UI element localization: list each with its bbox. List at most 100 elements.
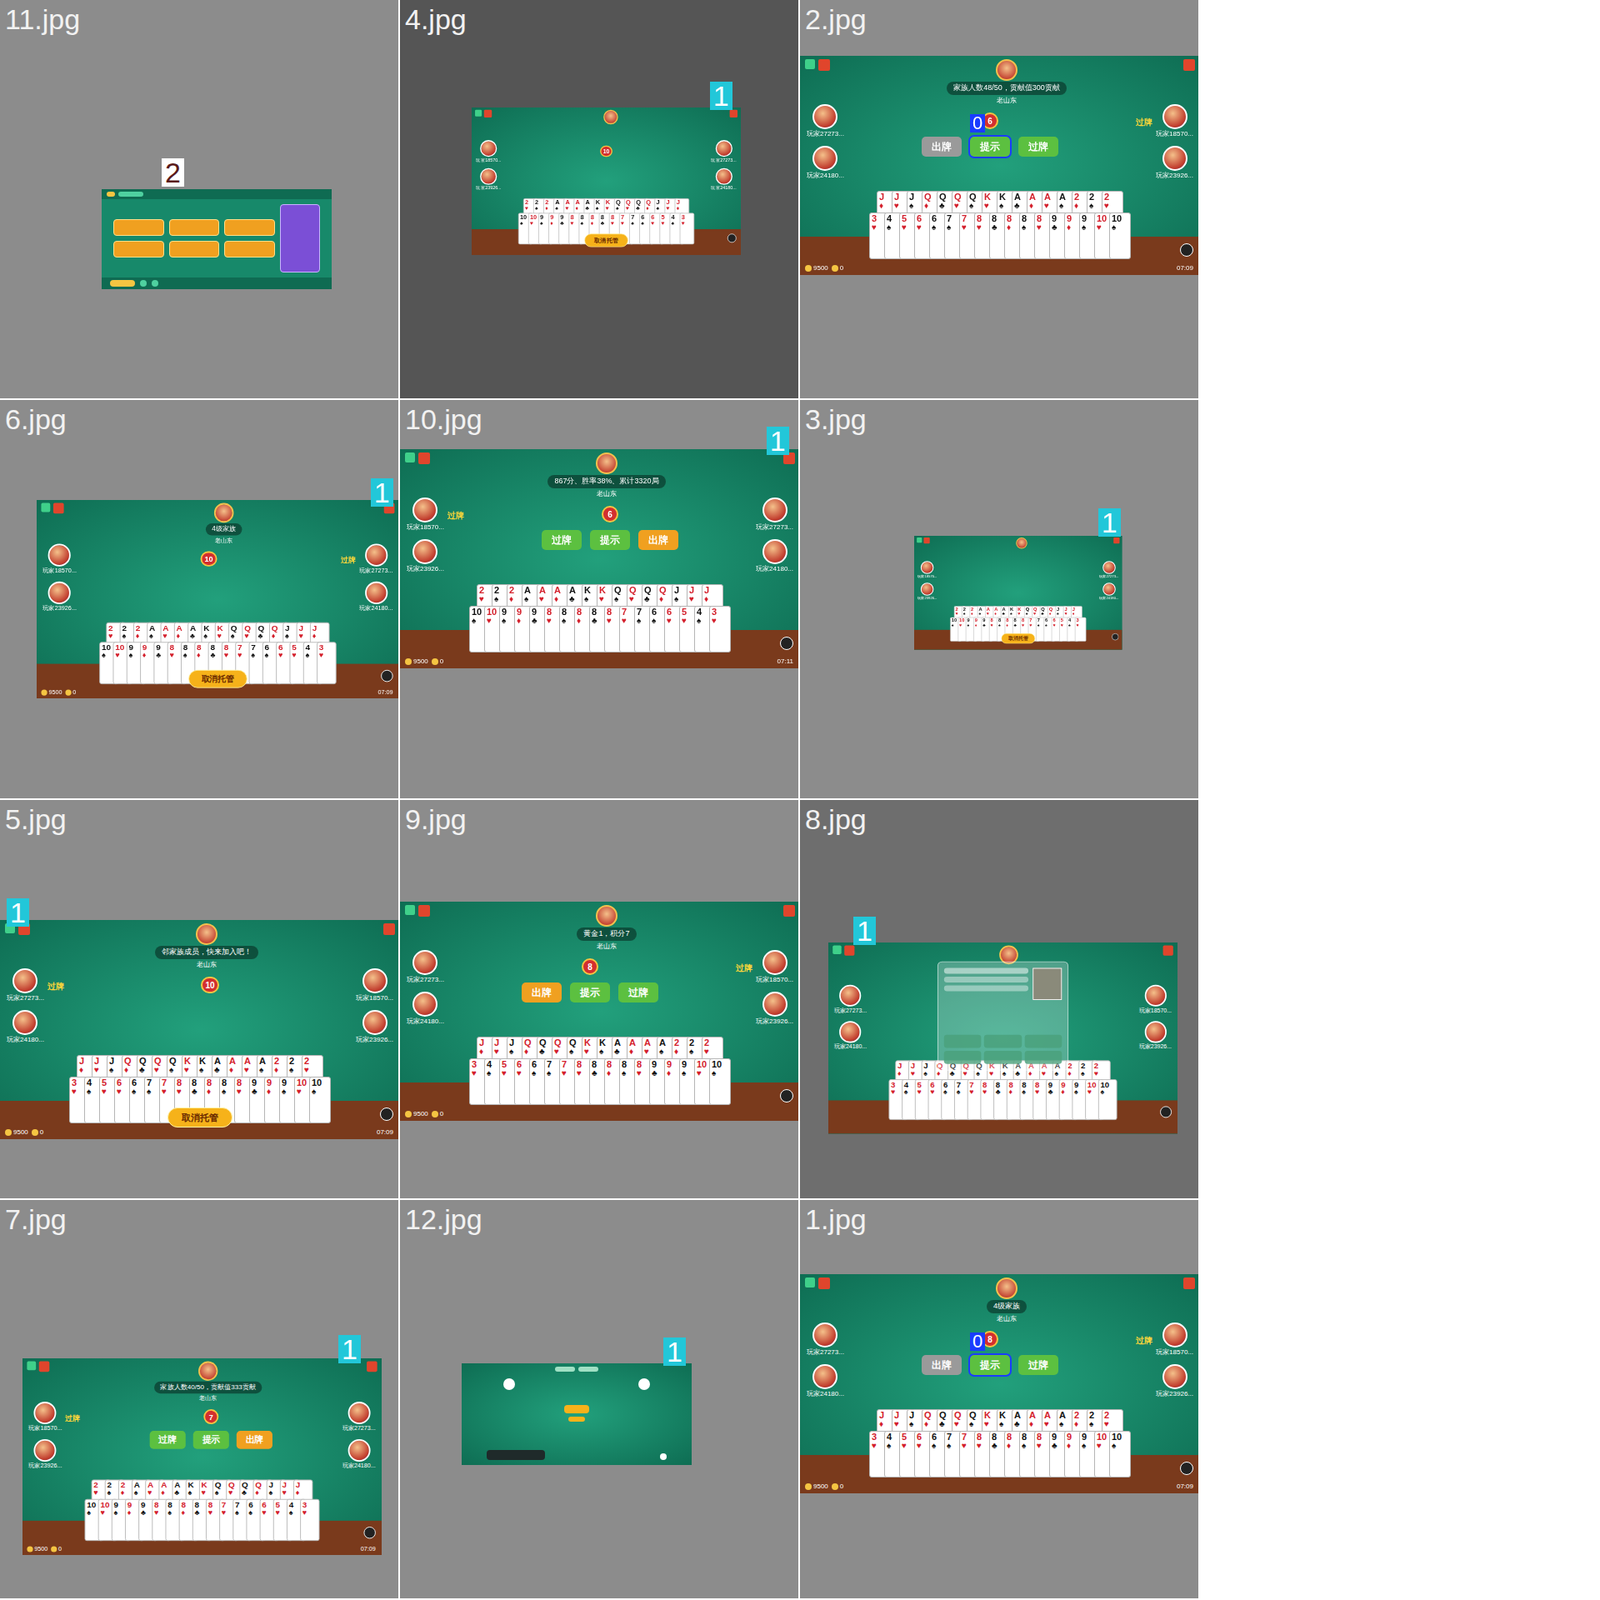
chat-icon[interactable] [1111,633,1119,640]
thumbnail-tile[interactable]: 7.jpg家族人数40/50，贡献值333贡献老山东玩家18570...过牌玩家… [0,1200,399,1599]
cancel-auto-button[interactable]: 取消托管 [584,233,628,247]
menu-icon[interactable] [805,1277,815,1288]
turn-counter: 6 [601,505,619,523]
gift-icon[interactable] [418,905,430,917]
menu-icon[interactable] [832,945,841,954]
thumbnail-tile[interactable]: 3.jpg玩家18570...玩家23926...玩家27273...玩家241… [800,400,1199,799]
gift-icon[interactable] [1113,537,1120,544]
thumbnail-tile[interactable]: 8.jpg玩家27273...玩家24180...玩家18570...玩家239… [800,800,1199,1199]
gift-icon[interactable] [53,503,65,515]
promo-card[interactable] [280,204,320,273]
game-mode-tile[interactable] [224,240,275,258]
card[interactable]: 10♠ [309,1076,331,1124]
chat-icon[interactable] [660,1453,667,1460]
gift-icon[interactable] [39,1361,50,1373]
thumbnail-tile[interactable]: 5.jpg邻家族成员，快来加入吧！老山东玩家27273...过牌玩家24180.… [0,800,399,1199]
action-button[interactable]: 提示 [970,136,1010,157]
card[interactable]: 3♥ [709,605,731,653]
chat-icon[interactable] [380,1107,394,1121]
card[interactable]: 3♥ [1075,617,1087,642]
game-mode-tile[interactable] [113,240,165,258]
chat-icon[interactable] [1180,243,1194,257]
thumbnail-tile[interactable]: 4.jpg玩家18570...玩家23926...10玩家27273...玩家2… [400,0,799,399]
thumbnail-tile[interactable]: 2.jpg家族人数48/50，贡献值300贡献老山东玩家27273...玩家24… [800,0,1199,399]
chat-icon[interactable] [1160,1105,1172,1118]
card[interactable]: 10♠ [1098,1079,1118,1120]
action-button[interactable]: 提示 [970,1355,1010,1375]
avatar-icon [12,1010,38,1035]
thumbnail-tile[interactable]: 10.jpg867分、胜率38%、累计3320局老山东玩家18570...过牌玩… [400,400,799,799]
action-button[interactable]: 出牌 [521,982,562,1003]
action-button[interactable]: 提示 [193,1430,230,1450]
action-button[interactable]: 出牌 [236,1430,273,1450]
table-middle: 玩家27273...玩家24180...8出牌提示0过牌玩家18570...过牌… [800,1322,1199,1410]
chat-icon[interactable] [780,1089,794,1103]
player-name: 玩家27273... [342,1424,376,1434]
menu-icon[interactable] [405,905,415,915]
gift-icon[interactable] [844,945,855,955]
action-button[interactable]: 出牌 [638,530,679,550]
cancel-auto-button[interactable]: 取消托管 [1001,633,1036,645]
menu-icon[interactable] [405,452,415,463]
gift-icon[interactable] [783,905,795,917]
ready-button[interactable] [564,1405,590,1414]
dialog-item[interactable] [1024,1050,1062,1065]
game-mode-tile[interactable] [224,219,275,236]
gift-icon[interactable] [366,1361,378,1373]
chat-icon[interactable] [1180,1461,1194,1475]
card[interactable]: 10♠ [709,1058,731,1105]
card[interactable]: 10♠ [1109,212,1131,260]
action-button[interactable]: 过牌 [1018,136,1059,157]
gift-icon[interactable] [1163,945,1174,955]
chat-icon[interactable] [380,670,393,682]
dialog-item[interactable] [1024,1035,1062,1049]
hand-row: 3♥4♠5♥6♥6♠7♠7♥8♥8♣8♦8♠8♥9♣9♦9♠10♥10♠ [888,1079,1117,1120]
action-button[interactable]: 提示 [590,530,630,550]
gift-icon[interactable] [484,110,492,118]
card[interactable]: 3♥ [300,1499,320,1541]
chat-icon[interactable] [780,636,794,650]
menu-icon[interactable] [26,1361,36,1371]
gift-icon[interactable] [818,59,830,71]
thumbnail-tile[interactable]: 1.jpg4级家族老山东玩家27273...玩家24180...8出牌提示0过牌… [800,1200,1199,1599]
action-button[interactable]: 过牌 [1018,1355,1059,1375]
action-button[interactable]: 出牌 [921,1355,962,1375]
gift-icon[interactable] [923,537,930,544]
menu-icon[interactable] [916,537,922,543]
dialog-item[interactable] [984,1050,1022,1065]
card[interactable]: 3♥ [680,213,695,245]
card[interactable]: 10♠ [1109,1430,1131,1478]
game-mode-tile[interactable] [169,240,220,258]
file-name: 1.jpg [800,1200,1199,1238]
game-mode-tile[interactable] [113,219,165,236]
action-button[interactable]: 过牌 [150,1430,186,1450]
menu-icon[interactable] [805,59,815,70]
dialog-item[interactable] [984,1035,1022,1049]
action-button[interactable]: 出牌 [921,136,962,157]
action-button[interactable]: 过牌 [541,530,582,550]
menu-icon[interactable] [475,110,482,117]
card[interactable]: 3♥ [316,641,337,685]
thumbnail-tile[interactable]: 12.jpg1 [400,1200,799,1599]
gift-icon[interactable] [1183,1277,1195,1290]
action-button[interactable]: 过牌 [618,982,659,1003]
cancel-auto-button[interactable]: 取消托管 [167,1107,233,1129]
chat-icon[interactable] [727,233,737,243]
dialog-item[interactable] [944,1050,982,1065]
host-name: 老山东 [215,535,234,545]
action-button[interactable]: 提示 [570,982,610,1003]
thumbnail-tile[interactable]: 6.jpg4级家族老山东玩家18570...玩家23926...10玩家2727… [0,400,399,799]
gift-icon[interactable] [730,110,738,118]
chat-icon[interactable] [363,1526,375,1539]
gift-icon[interactable] [1183,59,1195,71]
menu-icon[interactable] [40,503,50,513]
cancel-auto-button[interactable]: 取消托管 [188,669,248,688]
gift-icon[interactable] [418,452,430,465]
thumbnail-tile[interactable]: 11.jpg2 [0,0,399,399]
gift-icon[interactable] [383,923,395,935]
game-mode-tile[interactable] [169,219,220,236]
gift-icon[interactable] [818,1277,830,1290]
dialog-item[interactable] [944,1035,982,1049]
avatar-icon [920,582,935,596]
thumbnail-tile[interactable]: 9.jpg黄金1，积分7老山东玩家27273...玩家24180...8出牌提示… [400,800,799,1199]
